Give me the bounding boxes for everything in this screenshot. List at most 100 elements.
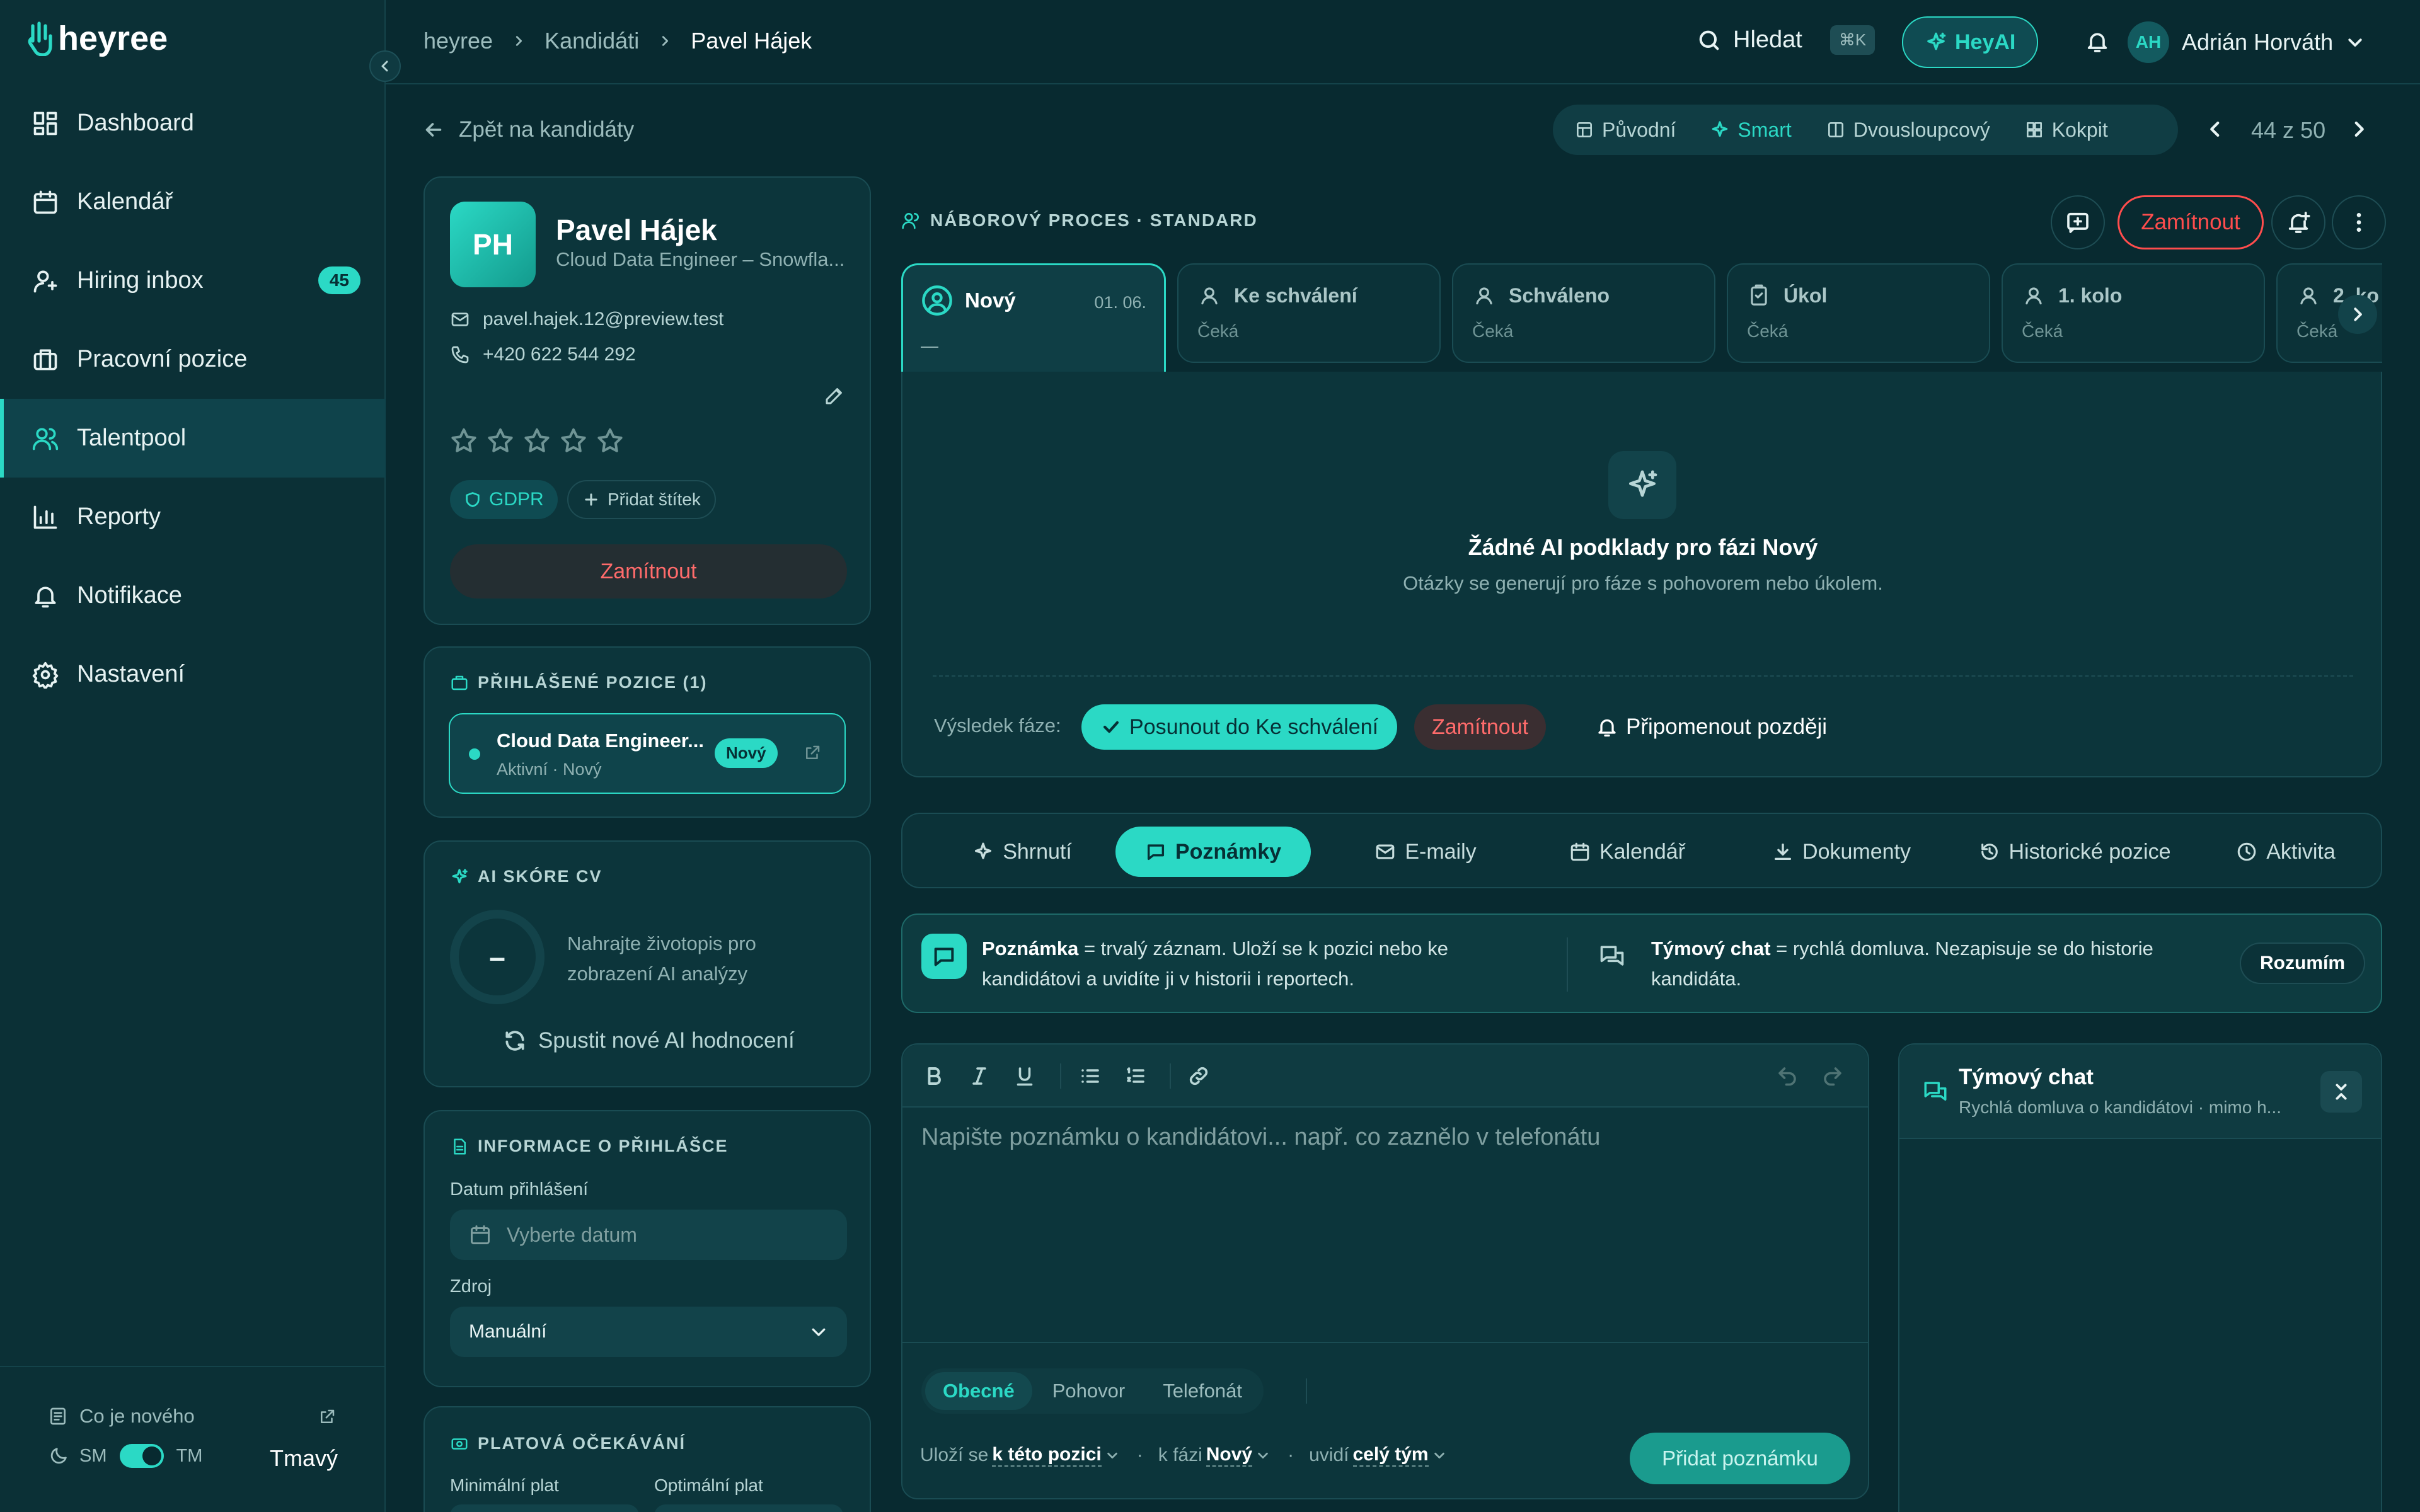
back-link[interactable]: Zpět na kandidáty bbox=[422, 117, 634, 142]
opt-salary-field[interactable] bbox=[654, 1504, 843, 1512]
undo-icon[interactable] bbox=[1776, 1065, 1799, 1087]
view-smart[interactable]: Smart bbox=[1695, 110, 1806, 149]
calendar-icon bbox=[471, 1225, 490, 1244]
tab-emails[interactable]: E-maily bbox=[1331, 827, 1520, 877]
external-link-icon[interactable] bbox=[318, 1407, 337, 1426]
view-original[interactable]: Původní bbox=[1559, 110, 1691, 149]
breadcrumb: heyree Kandidáti Pavel Hájek bbox=[424, 28, 812, 54]
phase-select[interactable]: Nový bbox=[1206, 1444, 1253, 1467]
whats-new-link[interactable]: Co je nového bbox=[48, 1405, 195, 1428]
tab-notes[interactable]: Poznámky bbox=[1115, 827, 1311, 877]
history-icon bbox=[1981, 844, 1998, 860]
sidebar-item-talentpool[interactable]: Talentpool bbox=[0, 399, 386, 478]
breadcrumb-item[interactable]: Kandidáti bbox=[544, 28, 639, 54]
sidebar-item-positions[interactable]: Pracovní pozice bbox=[0, 320, 386, 399]
run-ai-evaluation-button[interactable]: Spustit nové AI hodnocení bbox=[503, 1028, 795, 1053]
add-tag-button[interactable]: Přidat štítek bbox=[567, 480, 716, 519]
search-button[interactable]: Hledat ⌘K bbox=[1697, 25, 1876, 55]
sidebar-item-calendar[interactable]: Kalendář bbox=[0, 163, 386, 241]
sidebar-item-settings[interactable]: Nastavení bbox=[0, 635, 386, 714]
tab-historical-positions[interactable]: Historické pozice bbox=[1949, 827, 2201, 877]
chat-text: = rychlá domluva. Nezapisuje se do histo… bbox=[1770, 937, 2153, 959]
sidebar-item-hiring-inbox[interactable]: Hiring inbox 45 bbox=[0, 241, 386, 320]
team-chat-title: Týmový chat bbox=[1959, 1065, 2094, 1089]
sidebar-item-dashboard[interactable]: Dashboard bbox=[0, 84, 386, 163]
italic-icon[interactable] bbox=[968, 1065, 991, 1087]
reject-button[interactable]: Zamítnout bbox=[450, 544, 847, 598]
date-field[interactable]: Vyberte datum bbox=[450, 1210, 847, 1260]
sidebar-item-label: Pracovní pozice bbox=[77, 346, 248, 372]
theme-toggle[interactable] bbox=[119, 1444, 164, 1468]
numbered-list-icon[interactable] bbox=[1124, 1065, 1147, 1087]
process-reject-button[interactable]: Zamítnout bbox=[2118, 195, 2264, 249]
star-icon[interactable] bbox=[595, 426, 625, 456]
note-type-phone[interactable]: Telefonát bbox=[1145, 1372, 1260, 1410]
tab-label: Aktivita bbox=[2266, 839, 2336, 864]
star-icon[interactable] bbox=[485, 426, 516, 456]
note-bold: Poznámka bbox=[982, 937, 1079, 959]
bullet-list-icon[interactable] bbox=[1079, 1065, 1102, 1087]
profile-card: PH Pavel Hájek Cloud Data Engineer – Sno… bbox=[424, 176, 871, 625]
sidebar: heyree Dashboard Kalendář Hiring inbox 4… bbox=[0, 0, 401, 1512]
add-note-submit-button[interactable]: Přidat poznámku bbox=[1630, 1433, 1850, 1484]
gdpr-tag[interactable]: GDPR bbox=[450, 480, 558, 519]
tab-calendar[interactable]: Kalendář bbox=[1533, 827, 1722, 877]
next-candidate-icon[interactable] bbox=[2348, 118, 2370, 140]
stage-approved[interactable]: Schváleno Čeká bbox=[1452, 263, 1715, 363]
stages-scroll-right-button[interactable] bbox=[2338, 295, 2377, 334]
breadcrumb-item[interactable]: heyree bbox=[424, 28, 493, 54]
advance-stage-button[interactable]: Posunout do Ke schválení bbox=[1081, 704, 1398, 750]
tab-summary[interactable]: Shrnutí bbox=[928, 827, 1117, 877]
stage-reject-button[interactable]: Zamítnout bbox=[1414, 704, 1547, 750]
note-textarea[interactable]: Napište poznámku o kandidátovi... např. … bbox=[902, 1108, 1868, 1342]
stage-task[interactable]: Úkol Čeká bbox=[1727, 263, 1990, 363]
edit-icon[interactable] bbox=[823, 384, 846, 407]
view-label: Kokpit bbox=[2051, 118, 2108, 141]
app-logo[interactable]: heyree bbox=[25, 19, 168, 58]
note-type-interview[interactable]: Pohovor bbox=[1035, 1372, 1143, 1410]
underline-icon[interactable] bbox=[1013, 1065, 1036, 1087]
stage-approval[interactable]: Ke schválení Čeká bbox=[1177, 263, 1441, 363]
download-icon bbox=[1774, 843, 1792, 861]
dismiss-info-button[interactable]: Rozumím bbox=[2240, 942, 2365, 984]
user-menu[interactable]: AH Adrián Horváth bbox=[2128, 21, 2365, 63]
star-icon[interactable] bbox=[558, 426, 589, 456]
tab-documents[interactable]: Dokumenty bbox=[1734, 827, 1949, 877]
view-two-column[interactable]: Dvousloupcový bbox=[1811, 110, 2005, 149]
chat-icon bbox=[1924, 1082, 1947, 1101]
stage-new[interactable]: Nový 01. 06. — bbox=[901, 263, 1166, 372]
external-link-icon[interactable] bbox=[803, 743, 822, 762]
sidebar-item-reports[interactable]: Reporty bbox=[0, 478, 386, 556]
view-cockpit[interactable]: Kokpit bbox=[2009, 110, 2123, 149]
bold-icon[interactable] bbox=[923, 1065, 945, 1087]
remind-later-button[interactable]: Připomenout později bbox=[1589, 704, 1833, 750]
empty-subtitle: Otázky se generují pro fáze s pohovorem … bbox=[1403, 572, 1883, 594]
stage-name: Nový bbox=[965, 289, 1016, 312]
heyai-button[interactable]: HeyAI bbox=[1902, 16, 2039, 68]
more-button[interactable] bbox=[2332, 195, 2386, 249]
redo-icon[interactable] bbox=[1821, 1065, 1844, 1087]
visibility-select[interactable]: celý tým bbox=[1352, 1444, 1429, 1467]
user-name: Adrián Horváth bbox=[2182, 29, 2334, 55]
rating-stars[interactable] bbox=[449, 426, 625, 456]
link-icon[interactable] bbox=[1187, 1065, 1210, 1087]
bell-icon[interactable] bbox=[2085, 29, 2110, 54]
star-icon[interactable] bbox=[522, 426, 552, 456]
add-note-button[interactable] bbox=[2051, 195, 2105, 249]
position-item[interactable]: Cloud Data Engineer... Aktivní · Nový No… bbox=[449, 713, 846, 794]
sidebar-item-notifications[interactable]: Notifikace bbox=[0, 556, 386, 635]
min-salary-field[interactable] bbox=[450, 1504, 639, 1512]
prev-candidate-icon[interactable] bbox=[2204, 118, 2226, 140]
star-icon[interactable] bbox=[449, 426, 479, 456]
stage-round-1[interactable]: 1. kolo Čeká bbox=[2002, 263, 2265, 363]
candidate-phone[interactable]: +420 622 544 292 bbox=[450, 344, 636, 365]
source-select[interactable]: Manuální bbox=[450, 1307, 847, 1357]
candidate-email[interactable]: pavel.hajek.12@preview.test bbox=[450, 309, 723, 330]
note-type-general[interactable]: Obecné bbox=[925, 1372, 1032, 1410]
save-to-select[interactable]: k této pozici bbox=[992, 1444, 1102, 1467]
team-chat-collapse-button[interactable] bbox=[2320, 1071, 2362, 1113]
moon-icon bbox=[50, 1448, 67, 1464]
tab-activity[interactable]: Aktivita bbox=[2201, 827, 2371, 877]
reminder-button[interactable] bbox=[2271, 195, 2325, 249]
note-type-label: Obecné bbox=[943, 1380, 1015, 1402]
